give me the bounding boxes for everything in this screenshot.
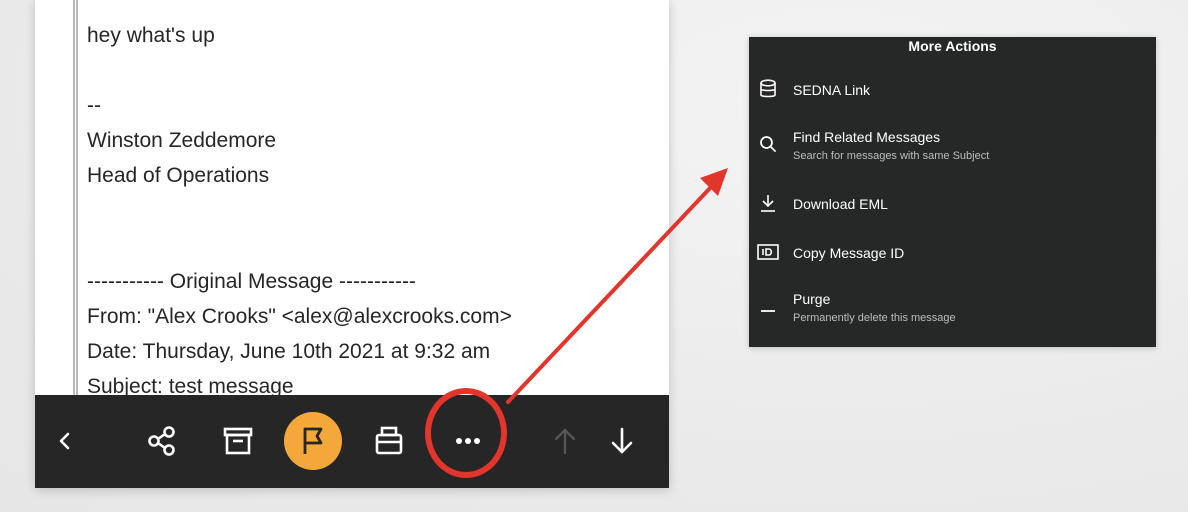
- previous-message-button[interactable]: [537, 413, 593, 469]
- more-actions-menu: More Actions SEDNA Link Find Related Mes…: [749, 37, 1156, 347]
- chevron-left-icon: [59, 432, 70, 450]
- message-toolbar: [35, 395, 669, 488]
- message-line: Winston Zeddemore: [87, 129, 277, 152]
- menu-item-label: SEDNA Link: [793, 82, 871, 98]
- message-body: hey what's up -- Winston Zeddemore Head …: [35, 0, 669, 395]
- quote-bar: [73, 0, 78, 395]
- menu-item-sedna-link[interactable]: SEDNA Link: [749, 77, 1156, 103]
- message-line: hey what's up: [87, 24, 215, 47]
- menu-item-label: Download EML: [793, 196, 888, 212]
- menu-item-purge[interactable]: Purge Permanently delete this message: [749, 287, 1156, 329]
- message-line: [87, 193, 657, 228]
- message-line: ----------- Original Message -----------: [87, 270, 416, 293]
- menu-item-copy-message-id[interactable]: Copy Message ID: [749, 240, 1156, 266]
- dash-icon: [757, 295, 779, 317]
- message-line: Head of Operations: [87, 164, 270, 187]
- menu-item-label: Purge: [793, 291, 831, 307]
- share-icon: [148, 426, 175, 456]
- search-icon: [757, 133, 779, 155]
- menu-item-label: Copy Message ID: [793, 245, 905, 261]
- arrow-down-icon: [611, 427, 633, 454]
- message-view-panel: hey what's up -- Winston Zeddemore Head …: [35, 0, 669, 488]
- share-button[interactable]: [134, 413, 190, 469]
- menu-item-description: Permanently delete this message: [793, 312, 956, 324]
- message-text: hey what's up -- Winston Zeddemore Head …: [87, 18, 657, 395]
- menu-item-description: Search for messages with same Subject: [793, 150, 990, 162]
- message-line: Date: Thursday, June 10th 2021 at 9:32 a…: [87, 340, 491, 363]
- message-line: --: [87, 94, 101, 117]
- next-message-button[interactable]: [594, 413, 650, 469]
- archive-box-icon: [223, 427, 253, 455]
- menu-item-download-eml[interactable]: Download EML: [749, 191, 1156, 217]
- flag-icon: [303, 427, 323, 454]
- menu-item-find-related[interactable]: Find Related Messages Search for message…: [749, 125, 1156, 167]
- message-line: [87, 228, 657, 264]
- database-icon: [757, 78, 779, 100]
- ellipsis-icon: [456, 438, 480, 444]
- archive-button[interactable]: [210, 413, 266, 469]
- message-line: Subject: test message: [87, 375, 294, 395]
- print-button[interactable]: [361, 413, 417, 469]
- message-line: From: "Alex Crooks" <alex@alexcrooks.com…: [87, 305, 512, 328]
- back-button[interactable]: [37, 413, 93, 469]
- menu-title: More Actions: [908, 38, 997, 54]
- message-line: [87, 53, 657, 88]
- printer-icon: [375, 426, 403, 455]
- more-actions-button[interactable]: [440, 413, 496, 469]
- menu-item-label: Find Related Messages: [793, 129, 941, 145]
- id-card-icon: [757, 241, 779, 263]
- download-icon: [757, 192, 779, 214]
- arrow-up-icon: [554, 428, 576, 455]
- flag-button[interactable]: [284, 412, 342, 470]
